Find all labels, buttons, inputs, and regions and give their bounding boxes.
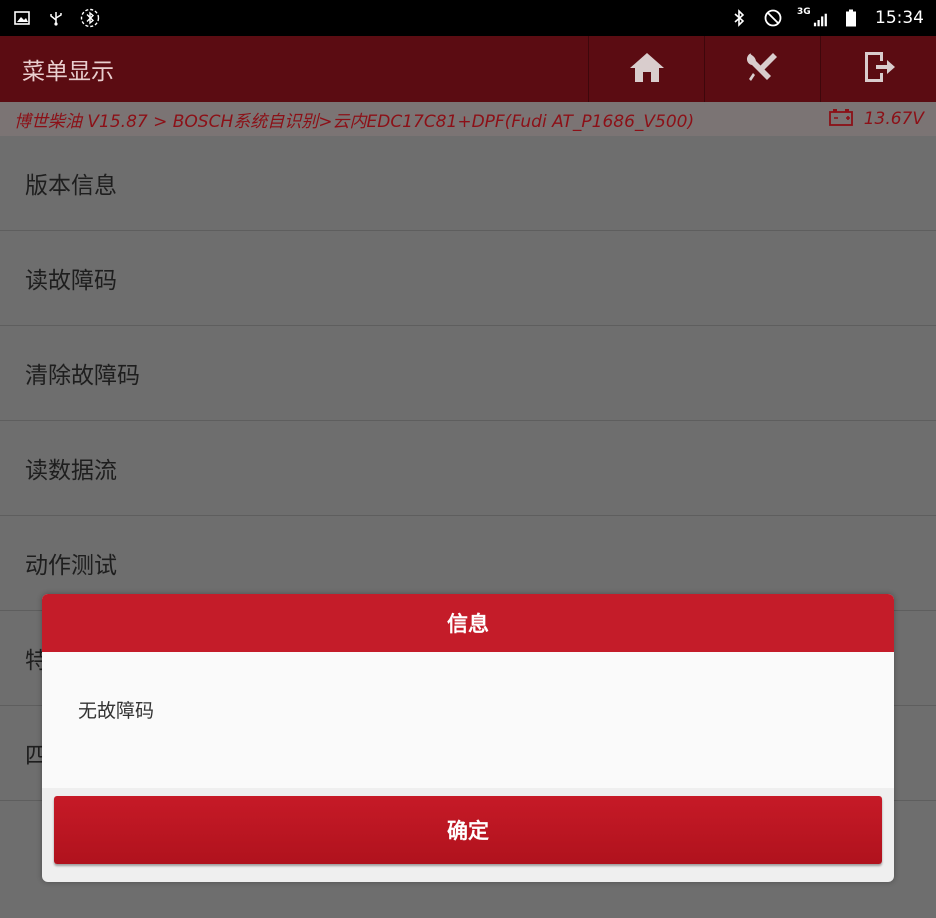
- car-battery-icon: [828, 108, 854, 131]
- breadcrumb-path: 博世柴油 V15.87 > BOSCH系统自识别>云内EDC17C81+DPF(…: [14, 111, 695, 132]
- menu-item-label: 读数据流: [25, 458, 117, 484]
- breadcrumb: 博世柴油 V15.87 > BOSCH系统自识别>云内EDC17C81+DPF(…: [0, 102, 936, 136]
- dialog-body: 无故障码: [42, 652, 894, 788]
- exit-icon: [859, 49, 899, 89]
- status-left-icons: [12, 8, 100, 28]
- do-not-disturb-icon: [763, 8, 783, 28]
- menu-item-version-info[interactable]: 版本信息: [0, 136, 936, 231]
- status-bar: 3G 15:34: [0, 0, 936, 36]
- bluetooth-circle-icon: [80, 8, 100, 28]
- usb-icon: [46, 8, 66, 28]
- image-icon: [12, 8, 32, 28]
- dialog-message: 无故障码: [78, 700, 155, 722]
- menu-item-label: 动作测试: [25, 553, 117, 579]
- battery-icon: [841, 8, 861, 28]
- ok-button[interactable]: 确定: [54, 796, 882, 864]
- status-right-icons: 3G 15:34: [729, 8, 924, 28]
- dialog-title: 信息: [42, 594, 894, 652]
- menu-item-label: 读故障码: [25, 268, 117, 294]
- voltage-indicator: 13.67V: [828, 108, 924, 131]
- signal-icon: 3G: [797, 8, 827, 28]
- info-dialog: 信息 无故障码 确定: [42, 594, 894, 882]
- menu-item-read-data-stream[interactable]: 读数据流: [0, 421, 936, 516]
- menu-item-label: 版本信息: [25, 173, 117, 199]
- exit-button[interactable]: [820, 36, 936, 102]
- voltage-value: 13.67V: [863, 109, 924, 129]
- network-type: 3G: [797, 7, 811, 17]
- diagnostic-tools-icon: [743, 49, 783, 89]
- home-button[interactable]: [588, 36, 704, 102]
- page-title: 菜单显示: [22, 59, 114, 85]
- dialog-footer: 确定: [42, 788, 894, 882]
- home-icon: [628, 50, 666, 88]
- menu-item-read-dtc[interactable]: 读故障码: [0, 231, 936, 326]
- menu-item-clear-dtc[interactable]: 清除故障码: [0, 326, 936, 421]
- menu-item-label: 清除故障码: [25, 363, 140, 389]
- diagnostic-tools-button[interactable]: [704, 36, 820, 102]
- bluetooth-icon: [729, 8, 749, 28]
- app-header: 菜单显示: [0, 36, 936, 102]
- status-time: 15:34: [875, 8, 924, 28]
